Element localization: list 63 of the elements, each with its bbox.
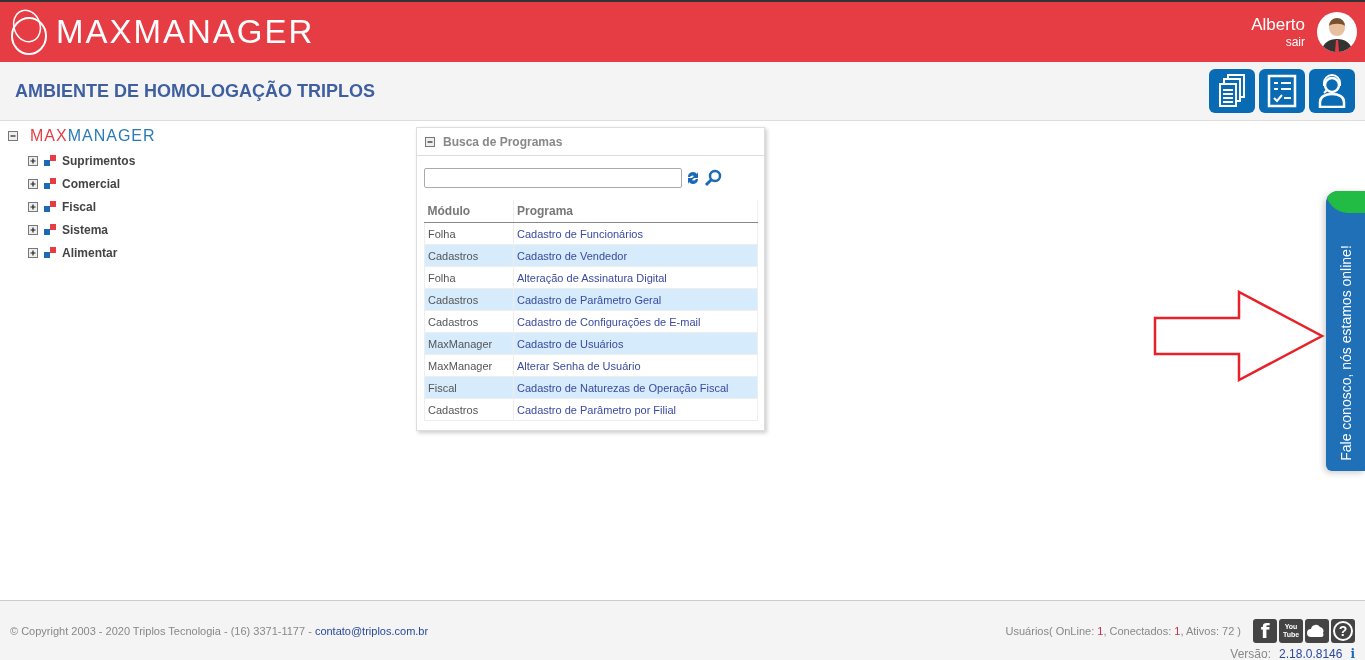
support-agent-icon: [1317, 74, 1347, 108]
toolbar-button[interactable]: [1209, 69, 1255, 113]
users-status-text: Usuários( OnLine: 1, Conectados: 1, Ativos: 72 ): [1005, 624, 1241, 637]
module-cell: Cadastros: [424, 288, 514, 311]
module-cell: MaxManager: [424, 354, 514, 377]
toolbar-button[interactable]: [1259, 69, 1305, 113]
toolbar-button[interactable]: [1309, 69, 1355, 113]
tree-item[interactable]: Suprimentos: [62, 154, 136, 168]
expand-toggle-icon[interactable]: [28, 248, 38, 258]
app-logo: MAXMANAGER: [8, 6, 315, 58]
module-cell: Cadastros: [424, 310, 514, 333]
expand-toggle-icon[interactable]: [28, 179, 38, 189]
tree-item[interactable]: Alimentar: [62, 246, 118, 260]
refresh-icon[interactable]: [686, 170, 700, 186]
email-link[interactable]: contato@triplos.com.br: [314, 624, 429, 637]
module-cell: MaxManager: [424, 332, 514, 355]
tree-root-logo[interactable]: MAXMANAGER: [30, 127, 156, 145]
user-avatar[interactable]: [1317, 12, 1357, 52]
cloud-button[interactable]: [1305, 618, 1329, 643]
checklist-icon: [1267, 74, 1297, 108]
module-cell: Cadastros: [424, 244, 514, 267]
module-icon: [44, 201, 56, 213]
module-icon: [44, 155, 56, 167]
program-link[interactable]: Cadastro de Vendedor: [513, 244, 758, 267]
program-link[interactable]: Alterar Senha de Usuário: [513, 354, 758, 377]
program-link[interactable]: Cadastro de Naturezas de Operação Fiscal: [513, 376, 758, 399]
module-icon: [44, 178, 56, 190]
collapse-toggle-icon[interactable]: [8, 131, 18, 141]
expand-toggle-icon[interactable]: [28, 202, 38, 212]
module-icon: [44, 224, 56, 236]
tree-item[interactable]: Fiscal: [62, 200, 97, 214]
program-link[interactable]: Alteração de Assinatura Digital: [513, 266, 758, 289]
column-header: Módulo: [424, 200, 514, 223]
search-icon[interactable]: [704, 169, 722, 187]
logout-link[interactable]: sair: [1285, 35, 1305, 49]
panel-title: Busca de Programas: [443, 134, 563, 149]
expand-toggle-icon[interactable]: [28, 225, 38, 235]
version-number: 2.18.0.8146: [1279, 646, 1343, 660]
collapse-toggle-icon[interactable]: [425, 136, 435, 147]
info-icon[interactable]: i: [1350, 646, 1355, 660]
program-link[interactable]: Cadastro de Parâmetro por Filial: [513, 398, 758, 421]
program-link[interactable]: Cadastro de Funcionários: [513, 222, 758, 245]
environment-title: AMBIENTE DE HOMOLOGAÇÃO TRIPLOS: [15, 80, 375, 102]
module-cell: Fiscal: [424, 376, 514, 399]
user-name: Alberto: [1251, 15, 1305, 35]
module-cell: Cadastros: [424, 398, 514, 421]
column-header: Programa: [513, 200, 758, 223]
expand-toggle-icon[interactable]: [28, 156, 38, 166]
search-field[interactable]: [424, 168, 682, 188]
version-label: Versão:: [1230, 646, 1272, 660]
tree-item[interactable]: Comercial: [62, 177, 121, 191]
module-cell: Folha: [424, 266, 514, 289]
program-link[interactable]: Cadastro de Configurações de E-mail: [513, 310, 758, 333]
program-link[interactable]: Cadastro de Parâmetro Geral: [513, 288, 758, 311]
help-button[interactable]: ?: [1331, 618, 1355, 643]
module-icon: [44, 247, 56, 259]
facebook-button[interactable]: f: [1253, 618, 1277, 643]
module-cell: Folha: [424, 222, 514, 245]
chat-tab[interactable]: Fale conosco, nós estamos online!: [1326, 191, 1365, 471]
copyright-text: © Copyright 2003 - 2020 Triplos Tecnologia - (16) 3371-1177 - contato@triplos.com.br: [10, 624, 429, 637]
tree-item[interactable]: Sistema: [62, 223, 109, 237]
program-link[interactable]: Cadastro de Usuários: [513, 332, 758, 355]
documents-icon: [1218, 74, 1246, 108]
